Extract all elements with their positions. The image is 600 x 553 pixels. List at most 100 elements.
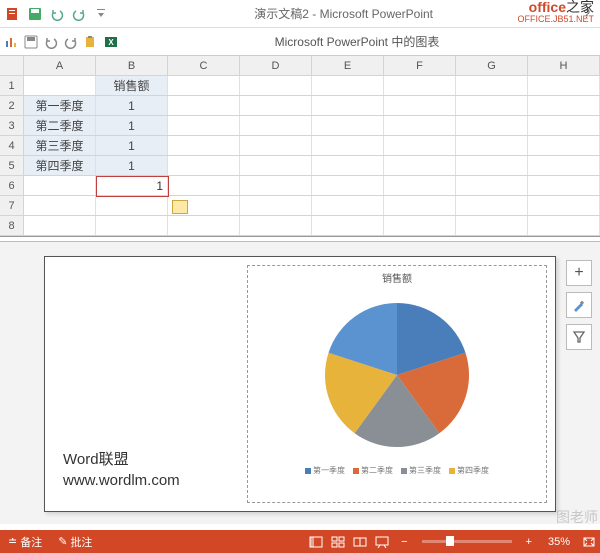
cell[interactable] [528,156,600,175]
zoom-level[interactable]: 35% [540,536,578,548]
select-all-cell[interactable] [0,56,24,75]
cell[interactable]: 第三季度 [24,136,96,155]
cell[interactable]: 第四季度 [24,156,96,175]
excel-icon[interactable]: X [104,35,118,49]
sorter-view-icon[interactable] [328,534,348,550]
cell[interactable] [456,136,528,155]
cell[interactable] [456,216,528,235]
cell[interactable] [312,136,384,155]
cell[interactable]: 1 [96,176,168,195]
cell[interactable] [312,76,384,95]
cell[interactable] [168,96,240,115]
cell[interactable] [528,136,600,155]
row-header[interactable]: 2 [0,96,24,115]
cell[interactable] [240,216,312,235]
cell[interactable] [384,176,456,195]
cell[interactable] [240,196,312,215]
cell[interactable] [528,96,600,115]
undo-icon[interactable] [48,5,66,23]
cell[interactable] [240,176,312,195]
cell[interactable] [456,76,528,95]
paste-options-icon[interactable] [172,200,188,214]
zoom-in-button[interactable]: + [518,536,540,548]
cell[interactable] [384,96,456,115]
cell[interactable] [312,176,384,195]
undo-icon[interactable] [44,35,58,49]
col-header[interactable]: D [240,56,312,75]
cell[interactable] [384,216,456,235]
paste-icon[interactable] [84,35,98,49]
fit-window-icon[interactable] [579,534,599,550]
notes-button[interactable]: ≐备注 [0,534,50,550]
cell[interactable] [168,156,240,175]
chart-object[interactable]: 销售额 第一季度 第二季度 第三季度 第四季度 [247,265,547,503]
chart-styles-button[interactable] [566,292,592,318]
cell[interactable] [384,76,456,95]
zoom-thumb[interactable] [446,536,454,546]
cell[interactable] [168,216,240,235]
cell[interactable] [96,216,168,235]
cell[interactable] [384,156,456,175]
chart-icon[interactable] [4,35,18,49]
cell[interactable] [24,196,96,215]
cell[interactable] [528,76,600,95]
cell[interactable]: 1 [96,156,168,175]
reading-view-icon[interactable] [350,534,370,550]
cell[interactable]: 第一季度 [24,96,96,115]
cell[interactable] [528,176,600,195]
cell[interactable] [456,116,528,135]
cell[interactable] [168,76,240,95]
cell[interactable] [24,76,96,95]
row-header[interactable]: 1 [0,76,24,95]
cell[interactable]: 第二季度 [24,116,96,135]
chart-elements-button[interactable]: + [566,260,592,286]
row-header[interactable]: 3 [0,116,24,135]
cell[interactable] [456,96,528,115]
col-header[interactable]: E [312,56,384,75]
col-header[interactable]: A [24,56,96,75]
slideshow-view-icon[interactable] [372,534,392,550]
cell[interactable]: 1 [96,136,168,155]
cell[interactable] [456,196,528,215]
cell[interactable] [168,176,240,195]
cell[interactable] [168,116,240,135]
normal-view-icon[interactable] [306,534,326,550]
slide-canvas[interactable]: 销售额 第一季度 第二季度 第三季度 第四季度 [44,256,556,512]
cell[interactable] [528,196,600,215]
redo-icon[interactable] [70,5,88,23]
cell[interactable]: 1 [96,96,168,115]
dropdown-icon[interactable] [92,5,110,23]
cell[interactable] [384,136,456,155]
save-icon[interactable] [24,35,38,49]
col-header[interactable]: F [384,56,456,75]
col-header[interactable]: H [528,56,600,75]
row-header[interactable]: 8 [0,216,24,235]
cell[interactable] [240,136,312,155]
cell[interactable] [312,216,384,235]
cell[interactable]: 1 [96,116,168,135]
comments-button[interactable]: ✎批注 [50,534,100,550]
zoom-slider[interactable] [422,540,512,543]
cell[interactable] [312,156,384,175]
row-header[interactable]: 7 [0,196,24,215]
slide-text[interactable]: Word联盟 www.wordlm.com [63,449,180,491]
cell[interactable] [384,116,456,135]
redo-icon[interactable] [64,35,78,49]
col-header[interactable]: C [168,56,240,75]
cell[interactable] [528,216,600,235]
cell[interactable] [240,76,312,95]
save-icon[interactable] [26,5,44,23]
cell[interactable] [312,96,384,115]
row-header[interactable]: 6 [0,176,24,195]
cell[interactable] [456,176,528,195]
cell[interactable] [240,116,312,135]
cell[interactable] [24,216,96,235]
cell[interactable] [168,136,240,155]
cell[interactable] [384,196,456,215]
cell[interactable] [456,156,528,175]
chart-filters-button[interactable] [566,324,592,350]
cell[interactable]: 销售额 [96,76,168,95]
zoom-out-button[interactable]: − [393,536,415,548]
row-header[interactable]: 4 [0,136,24,155]
cell[interactable] [312,116,384,135]
